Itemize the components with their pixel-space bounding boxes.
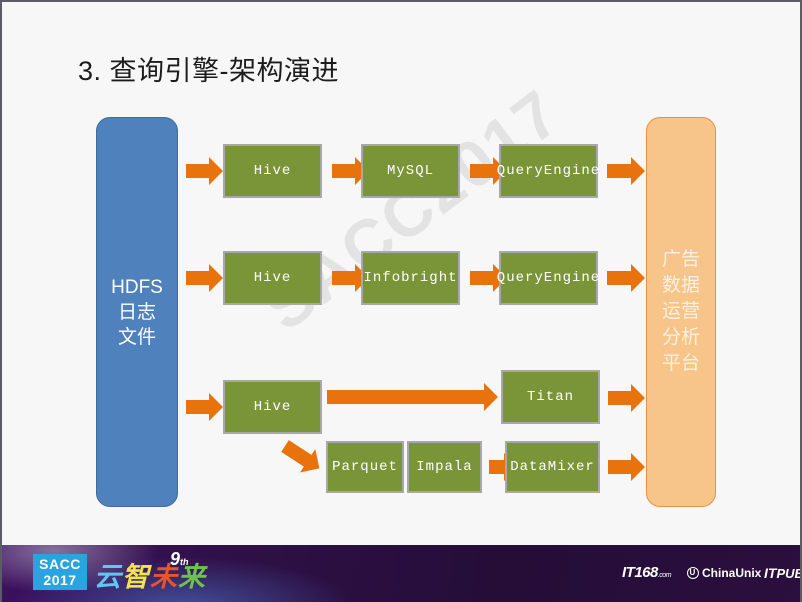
box-r1-mysql: MySQL (361, 144, 460, 198)
box-r3-hive: Hive (223, 380, 322, 434)
hdfs-line-1: HDFS (111, 276, 163, 298)
itpub-it: IT (764, 565, 777, 581)
slide-title: 3. 查询引擎-架构演进 (78, 56, 340, 86)
edition-superscript: 9th (170, 549, 189, 570)
brand-logo-it168: IT168 .com (622, 564, 672, 581)
ad-data-platform-block: 广告 数据 运营 分析 平台 (646, 117, 716, 507)
arrow-r1-hive-to-mysql (332, 157, 369, 185)
platform-line-1: 广告 (661, 249, 700, 270)
conference-footer-bar: SACC 2017 云智未来 9th IT168.com ChinaUnix I… (2, 545, 802, 602)
box-r4-datamixer: DataMixer (505, 441, 600, 493)
arrow-r1-mysql-to-queryengine (470, 157, 507, 185)
platform-line-4: 分析 (661, 327, 700, 348)
presentation-slide: 3. 查询引擎-架构演进 SACC2017 HDFS 日志 文件 广告 数据 运… (0, 0, 802, 602)
chinaunix-circle-icon (687, 567, 699, 579)
sacc-slogan-calligraphy: 云智未来 (94, 555, 206, 594)
box-r2-infobright: Infobright (361, 251, 460, 305)
arrow-r2-to-platform (607, 264, 645, 292)
arrow-r3-to-platform (608, 384, 645, 412)
edition-suffix: th (180, 557, 189, 567)
platform-line-2: 数据 (661, 275, 700, 296)
box-r3-titan: Titan (501, 370, 600, 424)
it168-wordmark: IT168 (622, 564, 658, 581)
box-r2-queryengine: QueryEngine (497, 251, 599, 305)
it168-domain: .com (657, 572, 672, 579)
box-r1-queryengine: QueryEngine (497, 144, 599, 198)
box-r1-hive: Hive (223, 144, 322, 198)
brand-logo-itpub: IT PUB (764, 565, 802, 581)
platform-line-5: 平台 (661, 353, 700, 374)
hdfs-source-block: HDFS 日志 文件 (96, 117, 178, 507)
edition-number: 9 (170, 549, 181, 569)
box-r4-parquet: Parquet (326, 441, 404, 493)
hdfs-line-2: 日志 (117, 301, 156, 323)
arrow-r2-infobright-to-queryengine (470, 264, 507, 292)
box-r4-impala: Impala (407, 441, 482, 493)
arrow-hdfs-to-r3-hive (186, 393, 223, 421)
sacc-badge-line-2: 2017 (43, 572, 77, 588)
arrow-hdfs-to-r1-hive (186, 157, 223, 185)
arrow-r4-to-platform (608, 453, 645, 481)
arrow-r4-impala-to-datamixer (489, 453, 518, 481)
arrow-r3-hive-to-parquet (281, 440, 313, 468)
itpub-pub: PUB (776, 565, 802, 581)
platform-line-3: 运营 (661, 301, 700, 322)
sacc-logo-badge: SACC 2017 (33, 554, 87, 590)
arrow-r1-to-platform (607, 157, 645, 185)
chinaunix-wordmark: ChinaUnix (702, 566, 762, 580)
slogan-char-2: 智 (122, 562, 150, 593)
slogan-char-1: 云 (94, 562, 122, 593)
arrow-r2-hive-to-infobright (332, 264, 369, 292)
arrow-hdfs-to-r2-hive (186, 264, 223, 292)
arrow-r3-hive-to-titan (327, 383, 498, 411)
hdfs-line-3: 文件 (117, 326, 156, 348)
sacc-badge-line-1: SACC (39, 556, 81, 572)
brand-logo-chinaunix: ChinaUnix (687, 566, 761, 580)
box-r2-hive: Hive (223, 251, 322, 305)
